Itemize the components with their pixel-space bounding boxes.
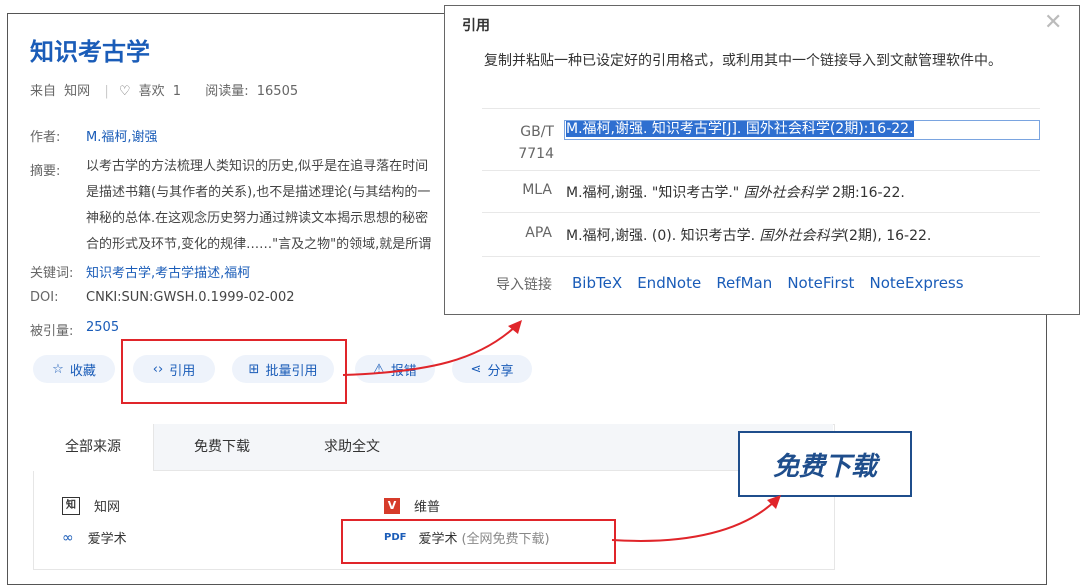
citation-gbt-text[interactable]: M.福柯,谢强. 知识考古学[J]. 国外社会科学(2期):16-22. (566, 120, 914, 138)
import-link-bibtex[interactable]: BibTeX (572, 274, 622, 292)
format-label-mla: MLA (522, 182, 552, 198)
dialog-description: 复制并粘贴一种已设定好的引用格式，或利用其中一个链接导入到文献管理软件中。 (484, 53, 1002, 69)
import-links: BibTeX EndNote RefMan NoteFirst NoteExpr… (572, 273, 974, 292)
arrow-to-callout (611, 499, 777, 542)
citation-apa-journal: 国外社会科学 (759, 228, 844, 244)
dialog-title: 引用 (462, 18, 490, 34)
citation-mla-journal: 国外社会科学 (743, 185, 828, 201)
divider (482, 108, 1040, 109)
import-label: 导入链接 (496, 277, 552, 293)
close-icon[interactable]: ✕ (1044, 10, 1062, 35)
format-label-gbt: GB/T 7714 (518, 124, 554, 162)
citation-mla-text[interactable]: M.福柯,谢强. "知识考古学." 国外社会科学 2期:16-22. (566, 182, 905, 202)
citation-gbt-selected: M.福柯,谢强. 知识考古学[J]. 国外社会科学(2期):16-22. (566, 121, 914, 137)
citation-apa-part: M.福柯,谢强. (0). 知识考古学. (566, 228, 760, 244)
divider (482, 170, 1040, 171)
citation-mla-part: M.福柯,谢强. "知识考古学." (566, 185, 744, 201)
citation-apa-text[interactable]: M.福柯,谢强. (0). 知识考古学. 国外社会科学(2期), 16-22. (566, 225, 931, 245)
divider (482, 256, 1040, 257)
arrow-to-popup (342, 324, 518, 376)
citation-mla-part: 2期:16-22. (827, 185, 905, 201)
import-link-endnote[interactable]: EndNote (637, 274, 701, 292)
import-link-refman[interactable]: RefMan (716, 274, 772, 292)
citation-apa-part: (2期), 16-22. (843, 228, 932, 244)
import-link-noteexpress[interactable]: NoteExpress (869, 274, 963, 292)
import-link-notefirst[interactable]: NoteFirst (787, 274, 854, 292)
format-label-apa: APA (525, 225, 552, 241)
divider (482, 212, 1040, 213)
